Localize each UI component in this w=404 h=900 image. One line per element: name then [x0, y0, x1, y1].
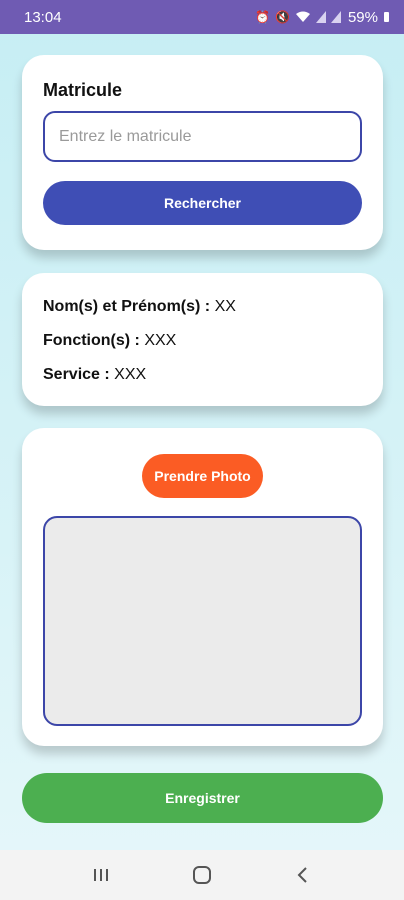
search-button[interactable]: Rechercher [43, 181, 362, 225]
matricule-input[interactable] [43, 111, 362, 162]
function-value: XXX [144, 332, 177, 349]
back-icon [297, 867, 308, 883]
status-time: 13:04 [24, 8, 62, 26]
status-bar: 13:04 ⏰ 🔇 59% [0, 0, 404, 34]
status-icons: ⏰ 🔇 59% [255, 9, 390, 26]
service-row: Service : XXX [43, 366, 146, 384]
matricule-title: Matricule [43, 80, 123, 100]
photo-card: Prendre Photo [22, 428, 383, 746]
signal-icon [330, 11, 341, 23]
name-label: Nom(s) et Prénom(s) : [43, 298, 211, 315]
back-button[interactable] [283, 855, 323, 895]
name-value: XX [214, 298, 236, 315]
service-label: Service : [43, 366, 110, 383]
recent-apps-button[interactable] [81, 855, 121, 895]
battery-percent: 59% [347, 8, 378, 26]
function-label: Fonction(s) : [43, 332, 140, 349]
take-photo-button[interactable]: Prendre Photo [142, 454, 263, 498]
navigation-bar [0, 850, 404, 900]
home-button[interactable] [182, 855, 222, 895]
mute-icon: 🔇 [275, 10, 290, 24]
service-value: XXX [114, 366, 147, 383]
wifi-icon [295, 11, 310, 22]
alarm-icon: ⏰ [255, 10, 271, 24]
info-card: Nom(s) et Prénom(s) : XX Fonction(s) : X… [22, 273, 383, 406]
battery-icon [384, 12, 389, 22]
save-button[interactable]: Enregistrer [22, 773, 383, 823]
search-card: Matricule Rechercher [22, 55, 383, 250]
signal-icon [315, 11, 326, 23]
home-icon [192, 866, 211, 884]
name-row: Nom(s) et Prénom(s) : XX [43, 298, 236, 316]
function-row: Fonction(s) : XXX [43, 332, 176, 350]
photo-preview [43, 516, 362, 726]
recent-apps-icon [93, 869, 108, 881]
